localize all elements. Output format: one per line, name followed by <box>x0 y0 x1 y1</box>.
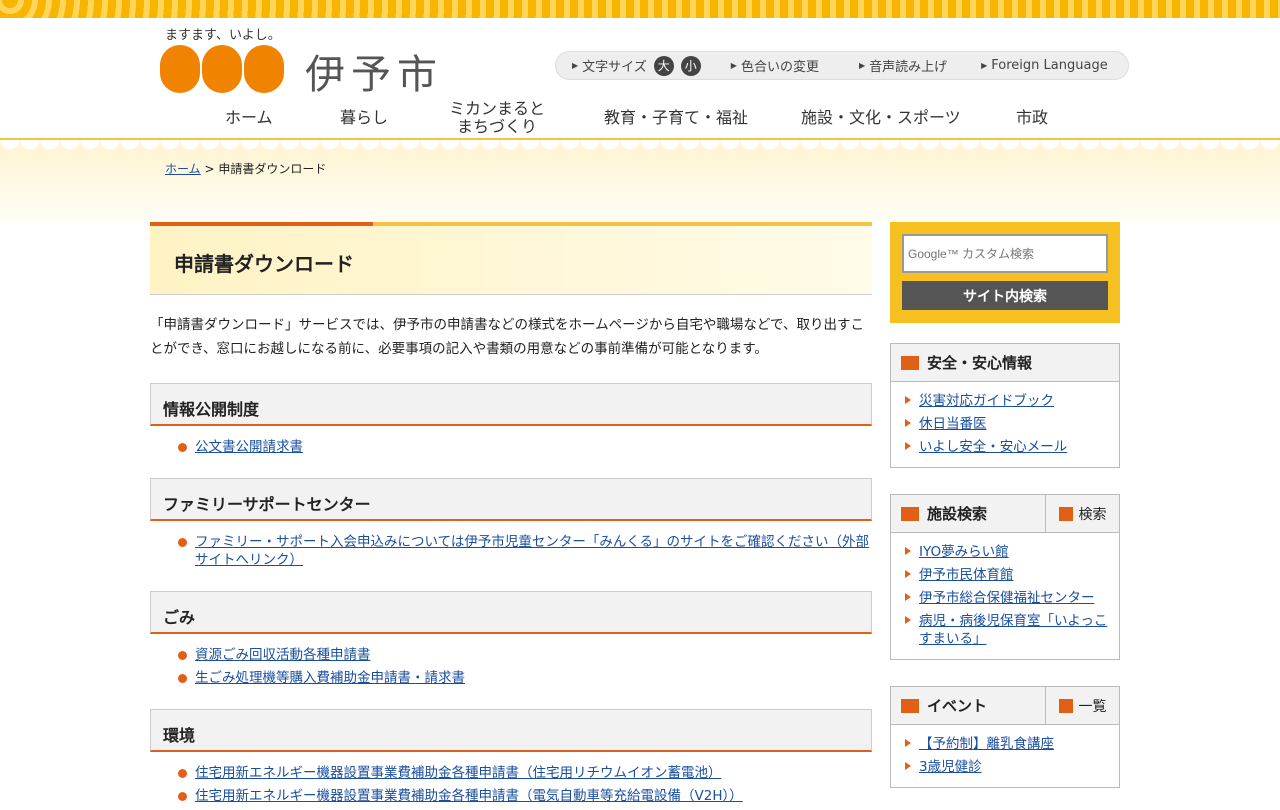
header-wave <box>0 138 1280 222</box>
list-item: IYO夢みらい館 <box>903 543 1109 561</box>
list-item: 伊予市民体育館 <box>903 566 1109 584</box>
list-item: 住宅用新エネルギー機器設置事業費補助金各種申請書（住宅用リチウムイオン蓄電池） <box>178 764 872 782</box>
font-size-control: ▶ 文字サイズ大小 <box>572 55 701 76</box>
facility-link[interactable]: 病児・病後児保育室「いよっこすまいる」 <box>919 613 1107 647</box>
download-link[interactable]: 公文書公開請求書 <box>195 439 303 455</box>
safety-link[interactable]: 休日当番医 <box>919 416 987 432</box>
megaphone-icon <box>901 355 919 370</box>
download-link[interactable]: 生ごみ処理機等購入費補助金申請書・請求書 <box>195 670 465 686</box>
list-item: いよし安全・安心メール <box>903 438 1109 456</box>
box-title: 安全・安心情報 <box>927 354 1033 372</box>
list-item: 公文書公開請求書 <box>178 438 872 456</box>
nav-government[interactable]: 市政 <box>1016 109 1048 127</box>
safety-link[interactable]: 災害対応ガイドブック <box>919 393 1054 409</box>
calendar-icon <box>901 698 919 713</box>
download-link[interactable]: 資源ごみ回収活動各種申請書 <box>195 647 371 663</box>
list-item: 伊予市総合保健福祉センター <box>903 589 1109 607</box>
font-large-button[interactable]: 大 <box>653 55 674 76</box>
foreign-language-label: Foreign Language <box>991 58 1108 73</box>
nav-education[interactable]: 教育・子育て・福祉 <box>604 109 748 127</box>
list-item: 生ごみ処理機等購入費補助金申請書・請求書 <box>178 669 872 687</box>
list-item: 病児・病後児保育室「いよっこすまいる」 <box>903 612 1109 648</box>
download-link[interactable]: 住宅用新エネルギー機器設置事業費補助金各種申請書（住宅用リチウムイオン蓄電池） <box>195 765 722 781</box>
section-heading: ファミリーサポートセンター <box>150 478 872 521</box>
facility-search-box: 施設検索 検索 IYO夢みらい館 伊予市民体育館 伊予市総合保健福祉センター 病… <box>890 494 1120 660</box>
section-info-disclosure: 情報公開制度 公文書公開請求書 <box>150 383 872 456</box>
search-button[interactable]: サイト内検索 <box>902 281 1108 310</box>
list-item: 住宅用新エネルギー機器設置事業費補助金各種申請書（電気自動車等充給電設備（V2H… <box>178 787 872 805</box>
font-size-label: 文字サイズ <box>582 60 647 75</box>
main-content: 申請書ダウンロード 「申請書ダウンロード」サービスでは、伊予市の申請書などの様式… <box>150 222 872 810</box>
list-item: 災害対応ガイドブック <box>903 392 1109 410</box>
section-garbage: ごみ 資源ごみ回収活動各種申請書 生ごみ処理機等購入費補助金申請書・請求書 <box>150 591 872 687</box>
box-title: 施設検索 <box>927 505 988 523</box>
page-title: 申請書ダウンロード <box>174 252 354 276</box>
nav-facilities[interactable]: 施設・文化・スポーツ <box>801 109 961 127</box>
nav-home[interactable]: ホーム <box>225 109 273 127</box>
utility-bar: ▶ 文字サイズ大小 ▶ 色合いの変更 ▶ 音声読み上げ ▶ Foreign Langua… <box>555 51 1129 80</box>
section-heading: ごみ <box>150 591 872 634</box>
breadcrumb-separator: > <box>200 162 219 176</box>
box-title: イベント <box>927 697 988 715</box>
page-title-box: 申請書ダウンロード <box>150 222 872 295</box>
square-icon <box>1058 506 1073 521</box>
facility-link[interactable]: 伊予市民体育館 <box>919 567 1014 583</box>
logo-text: 伊予市 <box>305 52 443 98</box>
download-link[interactable]: 住宅用新エネルギー機器設置事業費補助金各種申請書（電気自動車等充給電設備（V2H… <box>195 788 743 804</box>
facility-link[interactable]: IYO夢みらい館 <box>919 544 1009 560</box>
color-change-link[interactable]: ▶ 色合いの変更 <box>731 56 819 75</box>
global-nav: ホーム 暮らし ミカンまると まちづくり 教育・子育て・福祉 施設・文化・スポー… <box>0 100 1280 140</box>
logo-mark[interactable] <box>160 45 284 93</box>
tagline: ますます、いよし。 <box>165 28 281 43</box>
facility-search-button[interactable]: 検索 <box>1045 495 1119 532</box>
facility-icon <box>901 506 919 521</box>
speech-label: 音声読み上げ <box>869 60 948 75</box>
safety-link[interactable]: いよし安全・安心メール <box>919 439 1067 455</box>
square-icon <box>1058 698 1073 713</box>
download-link[interactable]: ファミリー・サポート入会申込みについては伊予市児童センター「みんくる」のサイトを… <box>195 534 869 568</box>
list-item: ファミリー・サポート入会申込みについては伊予市児童センター「みんくる」のサイトを… <box>178 533 872 569</box>
breadcrumb-current: 申請書ダウンロード <box>218 162 327 176</box>
section-heading: 情報公開制度 <box>150 383 872 426</box>
section-family-support: ファミリーサポートセンター ファミリー・サポート入会申込みについては伊予市児童セ… <box>150 478 872 569</box>
list-item: 休日当番医 <box>903 415 1109 433</box>
facility-link[interactable]: 伊予市総合保健福祉センター <box>919 590 1095 606</box>
nav-town[interactable]: ミカンまると まちづくり <box>447 100 547 136</box>
list-item: 【予約制】離乳食講座 <box>903 735 1109 753</box>
event-link[interactable]: 3歳児健診 <box>919 759 982 775</box>
section-environment: 環境 住宅用新エネルギー機器設置事業費補助金各種申請書（住宅用リチウムイオン蓄電… <box>150 709 872 805</box>
event-box: イベント 一覧 【予約制】離乳食講座 3歳児健診 <box>890 686 1120 788</box>
section-heading: 環境 <box>150 709 872 752</box>
intro-text: 「申請書ダウンロード」サービスでは、伊予市の申請書などの様式をホームページから自… <box>150 317 865 357</box>
site-search: サイト内検索 <box>890 222 1120 323</box>
search-input[interactable] <box>902 234 1108 273</box>
event-link[interactable]: 【予約制】離乳食講座 <box>919 736 1054 752</box>
event-list-button[interactable]: 一覧 <box>1045 687 1119 724</box>
decorative-banner <box>0 0 1280 18</box>
more-label: 一覧 <box>1078 698 1107 715</box>
speech-link[interactable]: ▶ 音声読み上げ <box>859 56 947 75</box>
list-item: 3歳児健診 <box>903 758 1109 776</box>
foreign-language-link[interactable]: ▶ Foreign Language <box>981 58 1108 73</box>
list-item: 資源ごみ回収活動各種申請書 <box>178 646 872 664</box>
more-label: 検索 <box>1078 506 1107 523</box>
font-small-button[interactable]: 小 <box>680 55 701 76</box>
safety-info-box: 安全・安心情報 災害対応ガイドブック 休日当番医 いよし安全・安心メール <box>890 343 1120 468</box>
nav-living[interactable]: 暮らし <box>340 109 388 127</box>
color-change-label: 色合いの変更 <box>740 60 819 75</box>
site-logo[interactable]: 伊予市 <box>305 42 443 100</box>
breadcrumb-home[interactable]: ホーム <box>165 162 201 176</box>
breadcrumb: ホーム > 申請書ダウンロード <box>165 160 326 177</box>
